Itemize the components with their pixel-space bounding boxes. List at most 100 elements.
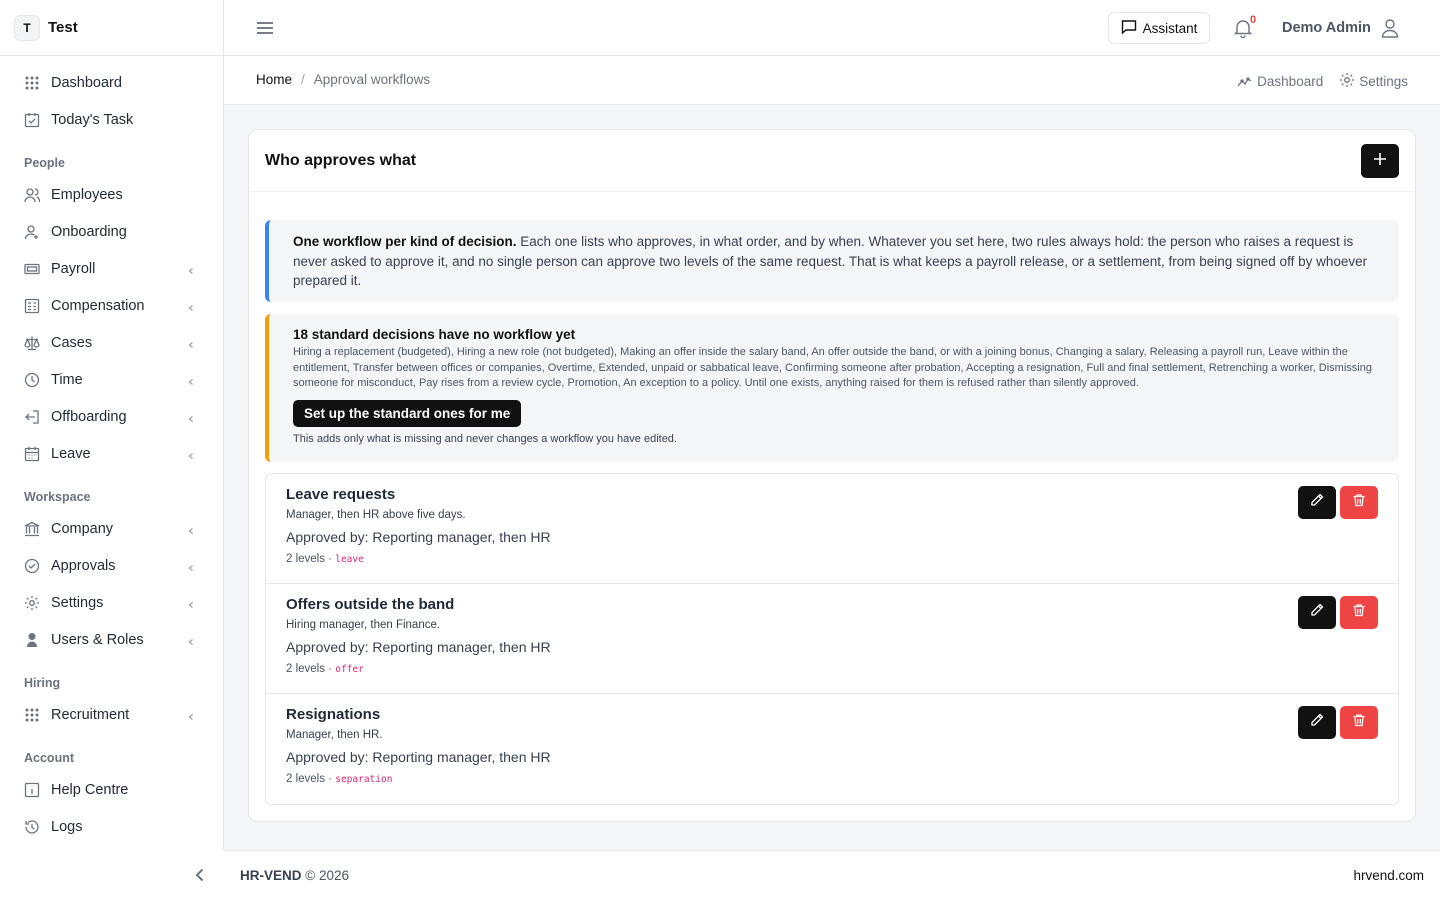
gear-icon bbox=[1339, 72, 1359, 91]
workflow-levels: 2 levels · bbox=[286, 773, 336, 785]
workflow-code: separation bbox=[335, 774, 393, 785]
brand[interactable]: T Test bbox=[0, 0, 223, 56]
sidebar-item-label: Payroll bbox=[51, 260, 96, 277]
settings-link-label: Settings bbox=[1359, 74, 1408, 89]
breadcrumb: Home / Approval workflows bbox=[256, 72, 430, 87]
dashboard-link[interactable]: Dashboard bbox=[1237, 72, 1323, 91]
sidebar-item-time[interactable]: Time bbox=[0, 361, 223, 398]
sidebar-item-logs[interactable]: Logs bbox=[0, 808, 223, 845]
sidebar-item-payroll[interactable]: Payroll bbox=[0, 250, 223, 287]
edit-button[interactable] bbox=[1298, 706, 1336, 739]
sidebar-item-users-roles[interactable]: Users & Roles bbox=[0, 621, 223, 658]
breadcrumb-current: Approval workflows bbox=[313, 72, 431, 87]
sidebar-item-compensation[interactable]: Compensation bbox=[0, 287, 223, 324]
sidebar-item-label: Approvals bbox=[51, 557, 116, 574]
workflow-title: Offers outside the band bbox=[286, 596, 455, 613]
menu-icon[interactable] bbox=[256, 18, 274, 38]
footer-year: © 2026 bbox=[305, 868, 350, 883]
info-icon bbox=[23, 781, 41, 799]
chevron-left-icon bbox=[187, 634, 197, 645]
sidebar-item-help-centre[interactable]: Help Centre bbox=[0, 771, 223, 808]
warning-text: Hiring a replacement (budgeted), Hiring … bbox=[293, 346, 1372, 389]
chevron-left-icon bbox=[187, 597, 197, 608]
topbar: Assistant 0 Demo Admin bbox=[224, 0, 1440, 56]
footer-site-link[interactable]: hrvend.com bbox=[1353, 868, 1424, 883]
sidebar-item-label: Help Centre bbox=[51, 781, 129, 798]
chat-icon bbox=[1121, 19, 1143, 38]
workflow-levels: 2 levels · bbox=[286, 553, 336, 565]
gear-icon bbox=[23, 594, 41, 612]
workflow-meta: 2 levels · offer bbox=[286, 663, 1378, 675]
chevron-left-icon bbox=[187, 411, 197, 422]
edit-button[interactable] bbox=[1298, 596, 1336, 629]
sidebar: T Test Dashboard Today's Task People Emp… bbox=[0, 0, 224, 850]
assistant-button[interactable]: Assistant bbox=[1108, 12, 1210, 44]
pencil-icon bbox=[1310, 493, 1324, 512]
sidebar-item-label: Company bbox=[51, 520, 114, 537]
calendar-check-icon bbox=[23, 111, 41, 129]
info-lead: One workflow per kind of decision. bbox=[293, 234, 517, 249]
notification-count: 0 bbox=[1250, 14, 1257, 26]
chevron-left-icon bbox=[187, 374, 197, 385]
list-item: Leave requests Manager, then HR above fi… bbox=[266, 474, 1398, 584]
workflow-description: Hiring manager, then Finance. bbox=[286, 619, 441, 631]
assistant-label: Assistant bbox=[1142, 20, 1198, 36]
sidebar-item-onboarding[interactable]: Onboarding bbox=[0, 213, 223, 250]
workflow-code: leave bbox=[335, 554, 364, 565]
collapse-sidebar-icon[interactable] bbox=[190, 865, 210, 885]
pencil-icon bbox=[1310, 603, 1324, 622]
workflow-list: Leave requests Manager, then HR above fi… bbox=[265, 473, 1399, 805]
grid-icon bbox=[23, 74, 41, 92]
sidebar-item-company[interactable]: Company bbox=[0, 510, 223, 547]
grid-icon bbox=[23, 706, 41, 724]
workflow-meta: 2 levels · leave bbox=[286, 553, 1378, 565]
workflow-description: Manager, then HR above five days. bbox=[286, 509, 466, 521]
settings-link[interactable]: Settings bbox=[1339, 72, 1408, 91]
workflow-title: Resignations bbox=[286, 706, 381, 723]
add-workflow-button[interactable] bbox=[1361, 144, 1399, 178]
setup-standard-button[interactable]: Set up the standard ones for me bbox=[293, 399, 522, 427]
chevron-left-icon bbox=[187, 300, 197, 311]
banknote-icon bbox=[23, 260, 41, 278]
calculator-icon bbox=[23, 297, 41, 315]
info-callout: One workflow per kind of decision. Each … bbox=[265, 220, 1399, 302]
sidebar-item-label: Recruitment bbox=[51, 706, 130, 723]
sidebar-item-offboarding[interactable]: Offboarding bbox=[0, 398, 223, 435]
delete-button[interactable] bbox=[1340, 706, 1378, 739]
footer: HR-VEND © 2026 hrvend.com bbox=[224, 850, 1440, 900]
chart-line-icon bbox=[1237, 72, 1257, 91]
sidebar-item-cases[interactable]: Cases bbox=[0, 324, 223, 361]
sidebar-item-leave[interactable]: Leave bbox=[0, 435, 223, 472]
nav-section-title: Hiring bbox=[24, 676, 61, 690]
edit-button[interactable] bbox=[1298, 486, 1336, 519]
chevron-left-icon bbox=[187, 560, 197, 571]
user-icon[interactable] bbox=[1380, 18, 1400, 38]
approval-workflows-card: Who approves what One workflow per kind … bbox=[248, 129, 1416, 822]
sidebar-item-label: Time bbox=[51, 371, 83, 388]
calendar-icon bbox=[23, 445, 41, 463]
workflow-approvers: Approved by: Reporting manager, then HR bbox=[286, 529, 551, 545]
subheader: Home / Approval workflows Dashboard Sett… bbox=[224, 56, 1440, 105]
delete-button[interactable] bbox=[1340, 596, 1378, 629]
sidebar-item-approvals[interactable]: Approvals bbox=[0, 547, 223, 584]
list-item: Offers outside the band Hiring manager, … bbox=[266, 584, 1398, 694]
sidebar-item-label: Compensation bbox=[51, 297, 145, 314]
setup-note: This adds only what is missing and never… bbox=[293, 432, 677, 445]
sidebar-item-recruitment[interactable]: Recruitment bbox=[0, 696, 223, 733]
plus-icon bbox=[1373, 152, 1387, 171]
sidebar-item-todays-task[interactable]: Today's Task bbox=[0, 101, 223, 138]
sidebar-item-dashboard[interactable]: Dashboard bbox=[0, 64, 223, 101]
building-icon bbox=[23, 520, 41, 538]
breadcrumb-home[interactable]: Home bbox=[256, 72, 292, 87]
sidebar-item-settings[interactable]: Settings bbox=[0, 584, 223, 621]
delete-button[interactable] bbox=[1340, 486, 1378, 519]
user-name[interactable]: Demo Admin bbox=[1282, 20, 1371, 36]
trash-icon bbox=[1352, 493, 1366, 512]
footer-copyright: HR-VEND © 2026 bbox=[240, 868, 349, 883]
workflow-meta: 2 levels · separation bbox=[286, 773, 1378, 785]
sidebar-item-employees[interactable]: Employees bbox=[0, 176, 223, 213]
trash-icon bbox=[1352, 603, 1366, 622]
chevron-left-icon bbox=[187, 337, 197, 348]
workflow-levels: 2 levels · bbox=[286, 663, 336, 675]
sidebar-item-label: Users & Roles bbox=[51, 631, 144, 648]
